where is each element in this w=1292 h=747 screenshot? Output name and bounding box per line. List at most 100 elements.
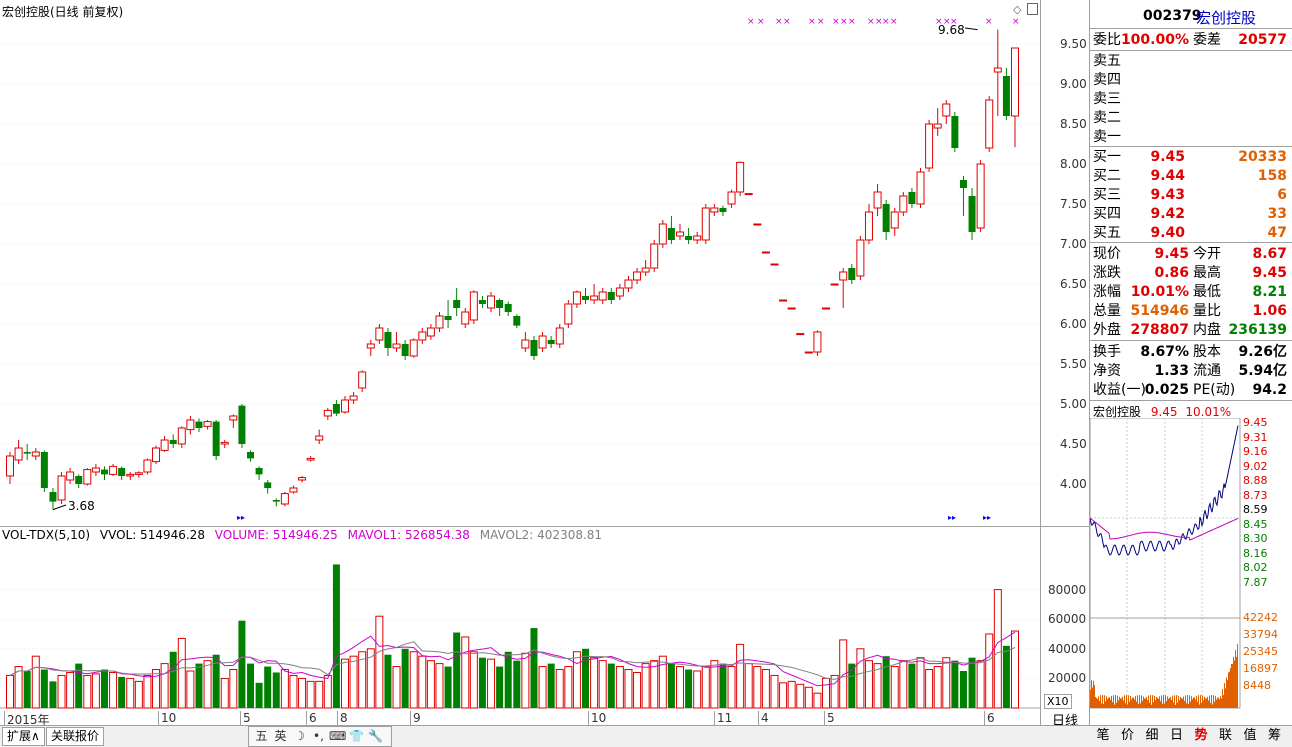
side-tab[interactable]: 笔 [1093, 726, 1113, 745]
candle [40, 450, 48, 492]
volume-bar [160, 663, 169, 709]
candle [109, 464, 118, 476]
candle [409, 338, 418, 358]
fund-row: 收益(一) 0.025 PE(动) 94.2 [1093, 381, 1289, 399]
row-label: 收益(一) [1093, 382, 1146, 398]
expand-tab[interactable]: 扩展∧ [2, 727, 45, 746]
panel-toggle-icon[interactable] [1027, 3, 1038, 15]
price-tick: 9.00 [1060, 77, 1087, 91]
candle [496, 298, 504, 316]
price-tick: 5.50 [1060, 357, 1087, 371]
side-tab[interactable]: 价 [1118, 726, 1138, 745]
candle [1011, 47, 1019, 148]
settings-diamond-icon[interactable]: ◇ [1013, 3, 1021, 16]
signal-marker: × [783, 17, 791, 27]
volume-bar [813, 692, 822, 709]
ime-button[interactable]: •, [310, 727, 327, 746]
candle [830, 283, 839, 286]
candle [590, 284, 599, 304]
candle [761, 251, 770, 254]
side-tab[interactable]: 值 [1240, 726, 1260, 745]
price-tick: 4.50 [1060, 437, 1087, 451]
ime-button[interactable]: ☽ [291, 727, 308, 746]
volume-bar [736, 643, 745, 709]
volume-bar [426, 660, 435, 709]
ime-button[interactable]: 英 [272, 727, 289, 746]
candle [908, 188, 916, 208]
volume-bar [864, 660, 873, 709]
ime-button[interactable]: ⌨ [329, 727, 346, 746]
candle [770, 263, 779, 266]
volume-bar [547, 663, 555, 708]
volume-bar [229, 669, 238, 709]
volume-bar [633, 671, 642, 709]
row-label: 卖四 [1093, 72, 1121, 88]
ime-button[interactable]: 五 [253, 727, 270, 746]
time-tick: 11 [714, 711, 732, 725]
buy-volume: 33 [1267, 206, 1287, 222]
volume-bar [496, 666, 504, 708]
event-marker[interactable]: ▸▸ [983, 513, 991, 522]
side-tab[interactable]: 筹 [1265, 726, 1285, 745]
candle [272, 498, 280, 507]
ime-toolbar[interactable]: 五英 ☽ •, ⌨ 👕 🔧 [248, 726, 392, 747]
volume-bar [91, 673, 100, 709]
low-label: 3.68 [68, 499, 95, 513]
row-value: 10.01% [1130, 284, 1189, 300]
mini-price: 9.45 [1150, 405, 1178, 419]
row-label: 卖二 [1093, 110, 1121, 126]
row-value: 9.45 [1154, 246, 1189, 262]
row-label: 涨幅 [1093, 284, 1121, 300]
candle [710, 204, 719, 216]
candle [461, 308, 470, 328]
intraday-price-tick: 9.31 [1243, 430, 1268, 444]
volume-bar [177, 637, 186, 709]
volume-bar [203, 660, 212, 709]
candle [366, 340, 375, 356]
ime-button[interactable]: 👕 [348, 727, 365, 746]
row-label: 卖五 [1093, 53, 1121, 69]
kline-chart[interactable]: × × × × × × × × × × × × × × × × × ×▸▸ ▸▸ ▸▸ [0, 0, 1042, 746]
volume-bar [770, 674, 779, 709]
row-label-2: PE(动) [1193, 382, 1236, 398]
candle [238, 404, 246, 448]
side-tab[interactable]: 日 [1167, 726, 1187, 745]
volume-bar [641, 663, 650, 709]
candle [160, 436, 169, 452]
event-marker[interactable]: ▸▸ [237, 513, 245, 522]
buy-level-row: 买三 9.43 6 [1093, 186, 1289, 204]
volume-bar [6, 674, 14, 709]
volume-bar [899, 660, 908, 709]
weibi-value: 100.00% [1120, 32, 1189, 48]
intraday-price-tick: 8.02 [1243, 561, 1268, 574]
side-tab[interactable]: 势 [1191, 726, 1211, 745]
stock-name[interactable]: 宏创控股 [1196, 7, 1256, 28]
volume-bar [315, 680, 324, 709]
volume-bar [719, 663, 727, 708]
candle [186, 416, 195, 435]
stat-row: 涨跌 0.86 最高 9.45 [1093, 264, 1289, 282]
side-tab[interactable]: 联 [1216, 726, 1236, 745]
volume-bar [238, 620, 246, 708]
candle [615, 284, 624, 300]
intraday-price-tick: 9.45 [1243, 416, 1268, 429]
volume-bar [676, 666, 684, 709]
volume-bar [109, 671, 118, 709]
related-quotes-tab[interactable]: 关联报价 [46, 727, 105, 746]
volume-bar [727, 666, 736, 709]
side-tab[interactable]: 细 [1142, 726, 1162, 745]
candle [504, 301, 512, 316]
volume-bar [667, 663, 675, 708]
row-value: 0.86 [1154, 265, 1189, 281]
signal-marker: × [808, 17, 816, 27]
volume-bar [40, 669, 48, 708]
stat-row: 总量 514946 量比 1.06 [1093, 302, 1289, 320]
event-marker[interactable]: ▸▸ [948, 513, 956, 522]
volume-bar [392, 666, 401, 709]
row-label: 买三 [1093, 187, 1121, 203]
volume-bar [890, 666, 899, 709]
time-tick: 6 [984, 711, 995, 725]
ime-button[interactable]: 🔧 [367, 727, 384, 746]
buy-price: 9.40 [1150, 225, 1185, 241]
signal-marker: × [775, 17, 783, 27]
